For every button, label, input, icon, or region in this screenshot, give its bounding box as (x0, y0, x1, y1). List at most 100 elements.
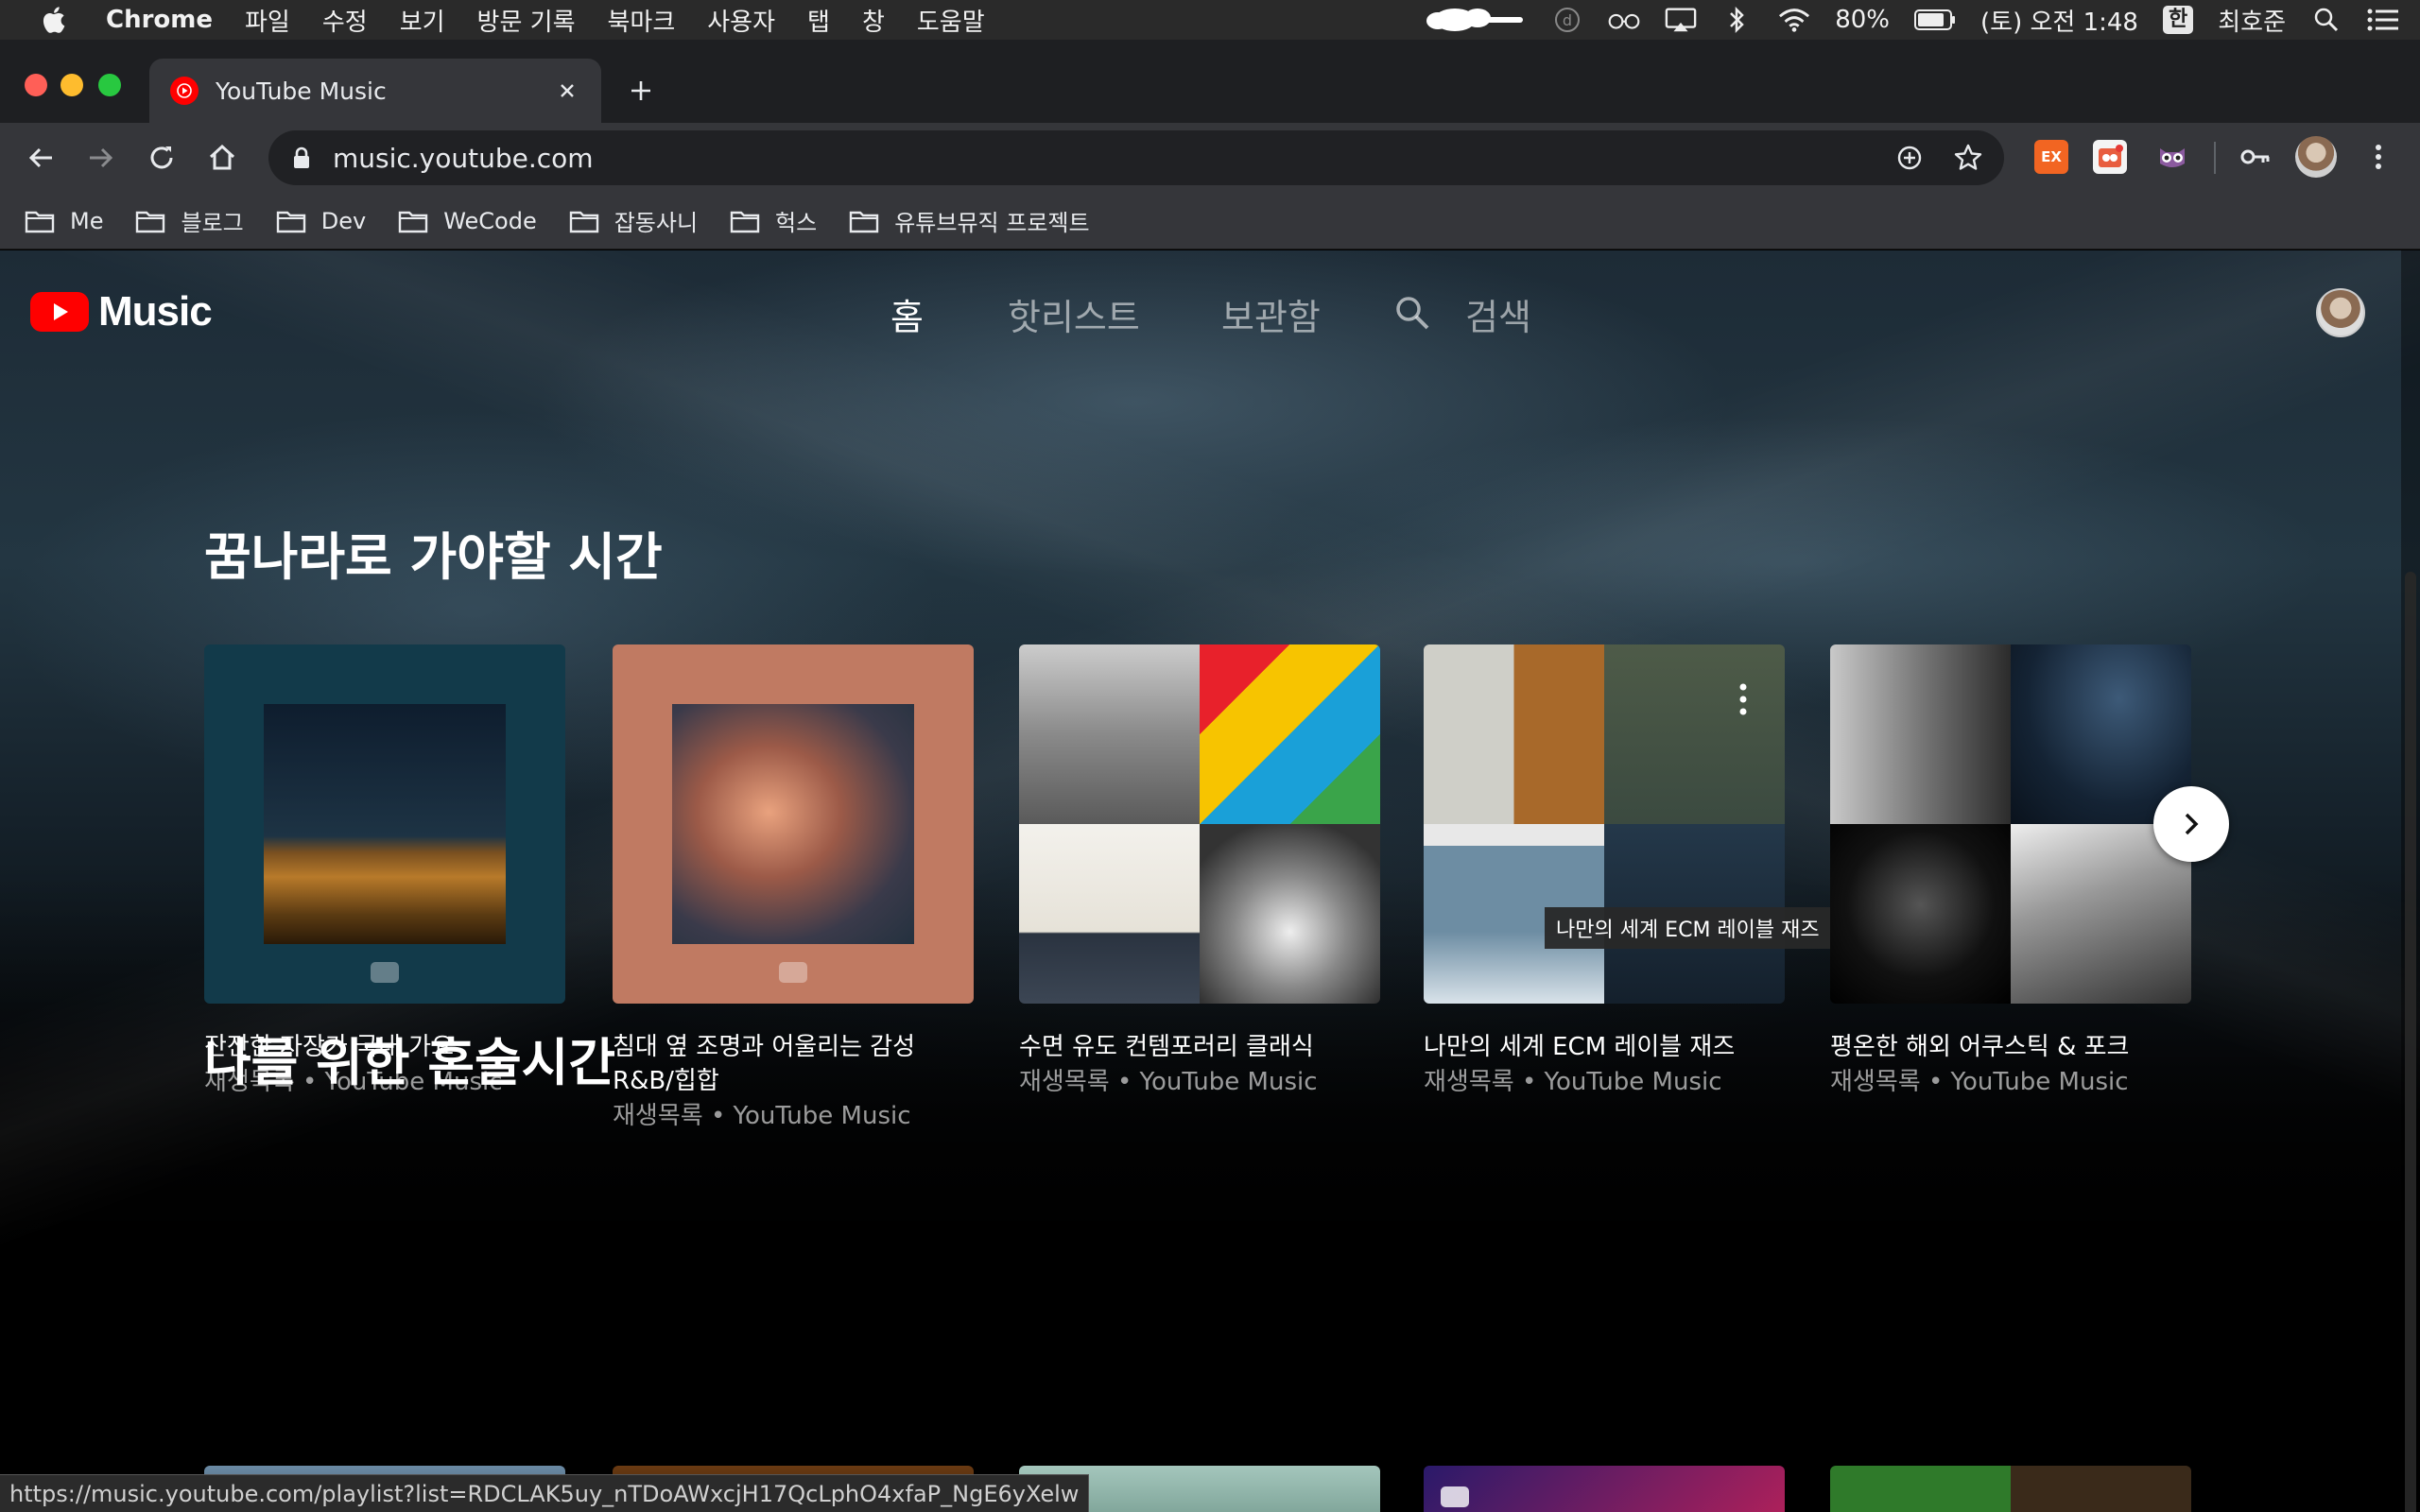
more-options-icon[interactable] (1739, 682, 1747, 716)
playlist-thumbnail[interactable] (204, 644, 565, 1004)
nav-hotlist[interactable]: 핫리스트 (1008, 288, 1140, 340)
bookmark-folder-hux[interactable]: 헉스 (730, 204, 817, 237)
bookmark-label: 헉스 (775, 210, 818, 236)
playlist-card[interactable]: 평온한 해외 어쿠스틱 & 포크 재생목록 • YouTube Music (1830, 644, 2191, 1100)
address-bar[interactable]: music.youtube.com (268, 130, 2004, 185)
playlist-thumbnail[interactable] (1424, 1466, 1785, 1512)
toolbar-divider (2214, 142, 2216, 174)
cloud-app-icon[interactable] (1423, 7, 1527, 33)
tab-title: YouTube Music (216, 77, 387, 105)
browser-toolbar: music.youtube.com EX (0, 123, 2420, 193)
airplay-icon[interactable] (1665, 7, 1697, 33)
menubar-user-name[interactable]: 최호준 (2218, 3, 2286, 38)
extension-ex-icon[interactable]: EX (2034, 140, 2068, 174)
bookmarks-bar: Me 블로그 Dev WeCode 잡동사니 헉스 유튜브뮤직 프로젝트 (0, 193, 2420, 249)
menu-tab[interactable]: 탭 (807, 3, 830, 38)
search-icon[interactable] (1393, 294, 1431, 332)
youtube-badge-icon (1441, 1486, 1469, 1507)
home-button[interactable] (199, 134, 246, 181)
install-app-icon[interactable] (1887, 135, 1932, 180)
tab-close-icon[interactable] (546, 70, 588, 112)
reload-button[interactable] (138, 134, 185, 181)
apple-menu-icon[interactable] (38, 3, 72, 37)
menu-history[interactable]: 방문 기록 (477, 3, 576, 38)
new-tab-button[interactable] (620, 70, 662, 112)
bookmark-folder-ytmusic-project[interactable]: 유튜브뮤직 프로젝트 (849, 204, 1090, 237)
forward-button[interactable] (78, 134, 125, 181)
profile-avatar[interactable] (2295, 136, 2337, 178)
playlist-title[interactable]: 평온한 해외 어쿠스틱 & 포크 (1830, 1030, 2191, 1064)
bookmark-label: WeCode (443, 207, 537, 234)
spotlight-search-icon[interactable] (2310, 7, 2342, 33)
menu-file[interactable]: 파일 (245, 3, 290, 38)
url-text[interactable]: music.youtube.com (333, 143, 1887, 174)
link-status-bubble: https://music.youtube.com/playlist?list=… (0, 1474, 1090, 1512)
extension-owl-icon[interactable] (2155, 140, 2189, 174)
playlist-card[interactable]: 침대 옆 조명과 어울리는 감성 R&B/힙합 재생목록 • YouTube M… (613, 644, 974, 1134)
playlist-subtitle: 재생목록 • YouTube Music (613, 1102, 911, 1130)
playlist-title[interactable]: 수면 유도 컨템포러리 클래식 (1019, 1030, 1380, 1064)
bookmark-folder-dev[interactable]: Dev (276, 208, 366, 234)
menu-app-name[interactable]: Chrome (106, 6, 213, 34)
menu-edit[interactable]: 수정 (322, 3, 368, 38)
folder-icon (569, 211, 598, 232)
carousel-next-button[interactable] (2153, 786, 2229, 862)
folder-icon (850, 211, 879, 232)
window-zoom-button[interactable] (98, 74, 121, 96)
account-avatar[interactable] (2316, 288, 2365, 337)
input-source-indicator[interactable]: 한 (2162, 6, 2194, 34)
dictionary-icon[interactable]: d (1551, 7, 1583, 33)
bookmark-folder-me[interactable]: Me (25, 208, 103, 234)
playlist-title[interactable]: 나만의 세계 ECM 레이블 재즈 (1424, 1030, 1785, 1064)
battery-icon[interactable] (1914, 7, 1956, 33)
playlist-title[interactable]: 침대 옆 조명과 어울리는 감성 R&B/힙합 (613, 1030, 974, 1098)
youtube-badge-icon (371, 962, 399, 983)
playlist-thumbnail[interactable] (1019, 644, 1380, 1004)
menu-help[interactable]: 도움말 (917, 3, 985, 38)
playlist-card[interactable]: 수면 유도 컨템포러리 클래식 재생목록 • YouTube Music (1019, 644, 1380, 1100)
menu-people[interactable]: 사용자 (707, 3, 775, 38)
tab-youtube-music[interactable]: YouTube Music (149, 59, 601, 123)
scrollbar-thumb[interactable] (2405, 572, 2416, 1512)
youtube-badge-icon (779, 962, 807, 983)
window-close-button[interactable] (25, 74, 47, 96)
page-viewport: Music 홈 핫리스트 보관함 검색 꿈나라로 가야할 시간 잔잔한 자장가 … (0, 250, 2420, 1512)
window-minimize-button[interactable] (60, 74, 83, 96)
album-art (1424, 644, 1604, 824)
glasses-icon[interactable] (1608, 7, 1640, 33)
hover-tooltip: 나만의 세계 ECM 레이블 재즈 (1545, 907, 1831, 949)
playlist-thumbnail[interactable] (1830, 644, 2191, 1004)
menubar-clock[interactable]: (토) 오전 1:48 (1980, 3, 2138, 38)
bookmark-label: Dev (320, 207, 367, 234)
nav-library[interactable]: 보관함 (1221, 288, 1321, 340)
folder-icon (730, 211, 760, 232)
notification-center-icon[interactable] (2367, 7, 2399, 33)
album-art (1830, 824, 2011, 1004)
playlist-card[interactable]: 나만의 세계 ECM 레이블 재즈 재생목록 • YouTube Music (1424, 644, 1785, 1100)
playlist-thumbnail[interactable] (1830, 1466, 2191, 1512)
menu-window[interactable]: 창 (862, 3, 885, 38)
menu-view[interactable]: 보기 (400, 3, 445, 38)
bookmark-folder-wecode[interactable]: WeCode (398, 208, 537, 234)
wifi-icon[interactable] (1778, 7, 1810, 33)
folder-icon (25, 211, 55, 232)
playlist-thumbnail[interactable] (1424, 644, 1785, 1004)
menu-bookmarks[interactable]: 북마크 (608, 3, 676, 38)
album-art (1604, 644, 1785, 824)
bluetooth-icon[interactable] (1721, 6, 1754, 34)
bookmark-star-icon[interactable] (1945, 135, 1991, 180)
chrome-menu-icon[interactable] (2361, 140, 2395, 174)
playlist-thumbnail[interactable] (613, 644, 974, 1004)
youtube-music-favicon-icon (170, 77, 199, 105)
page-scrollbar[interactable] (2401, 250, 2420, 1512)
nav-search[interactable]: 검색 (1465, 288, 1531, 340)
extension-translate-icon[interactable] (2093, 140, 2127, 174)
section-title: 꿈나라로 가야할 시간 (204, 527, 663, 587)
bookmark-folder-misc[interactable]: 잡동사니 (569, 204, 698, 237)
back-button[interactable] (17, 134, 64, 181)
bookmark-folder-blog[interactable]: 블로그 (135, 204, 244, 237)
folder-icon (136, 211, 165, 232)
password-key-icon[interactable] (2238, 140, 2273, 174)
nav-home[interactable]: 홈 (890, 288, 924, 340)
lock-icon[interactable] (289, 146, 314, 170)
